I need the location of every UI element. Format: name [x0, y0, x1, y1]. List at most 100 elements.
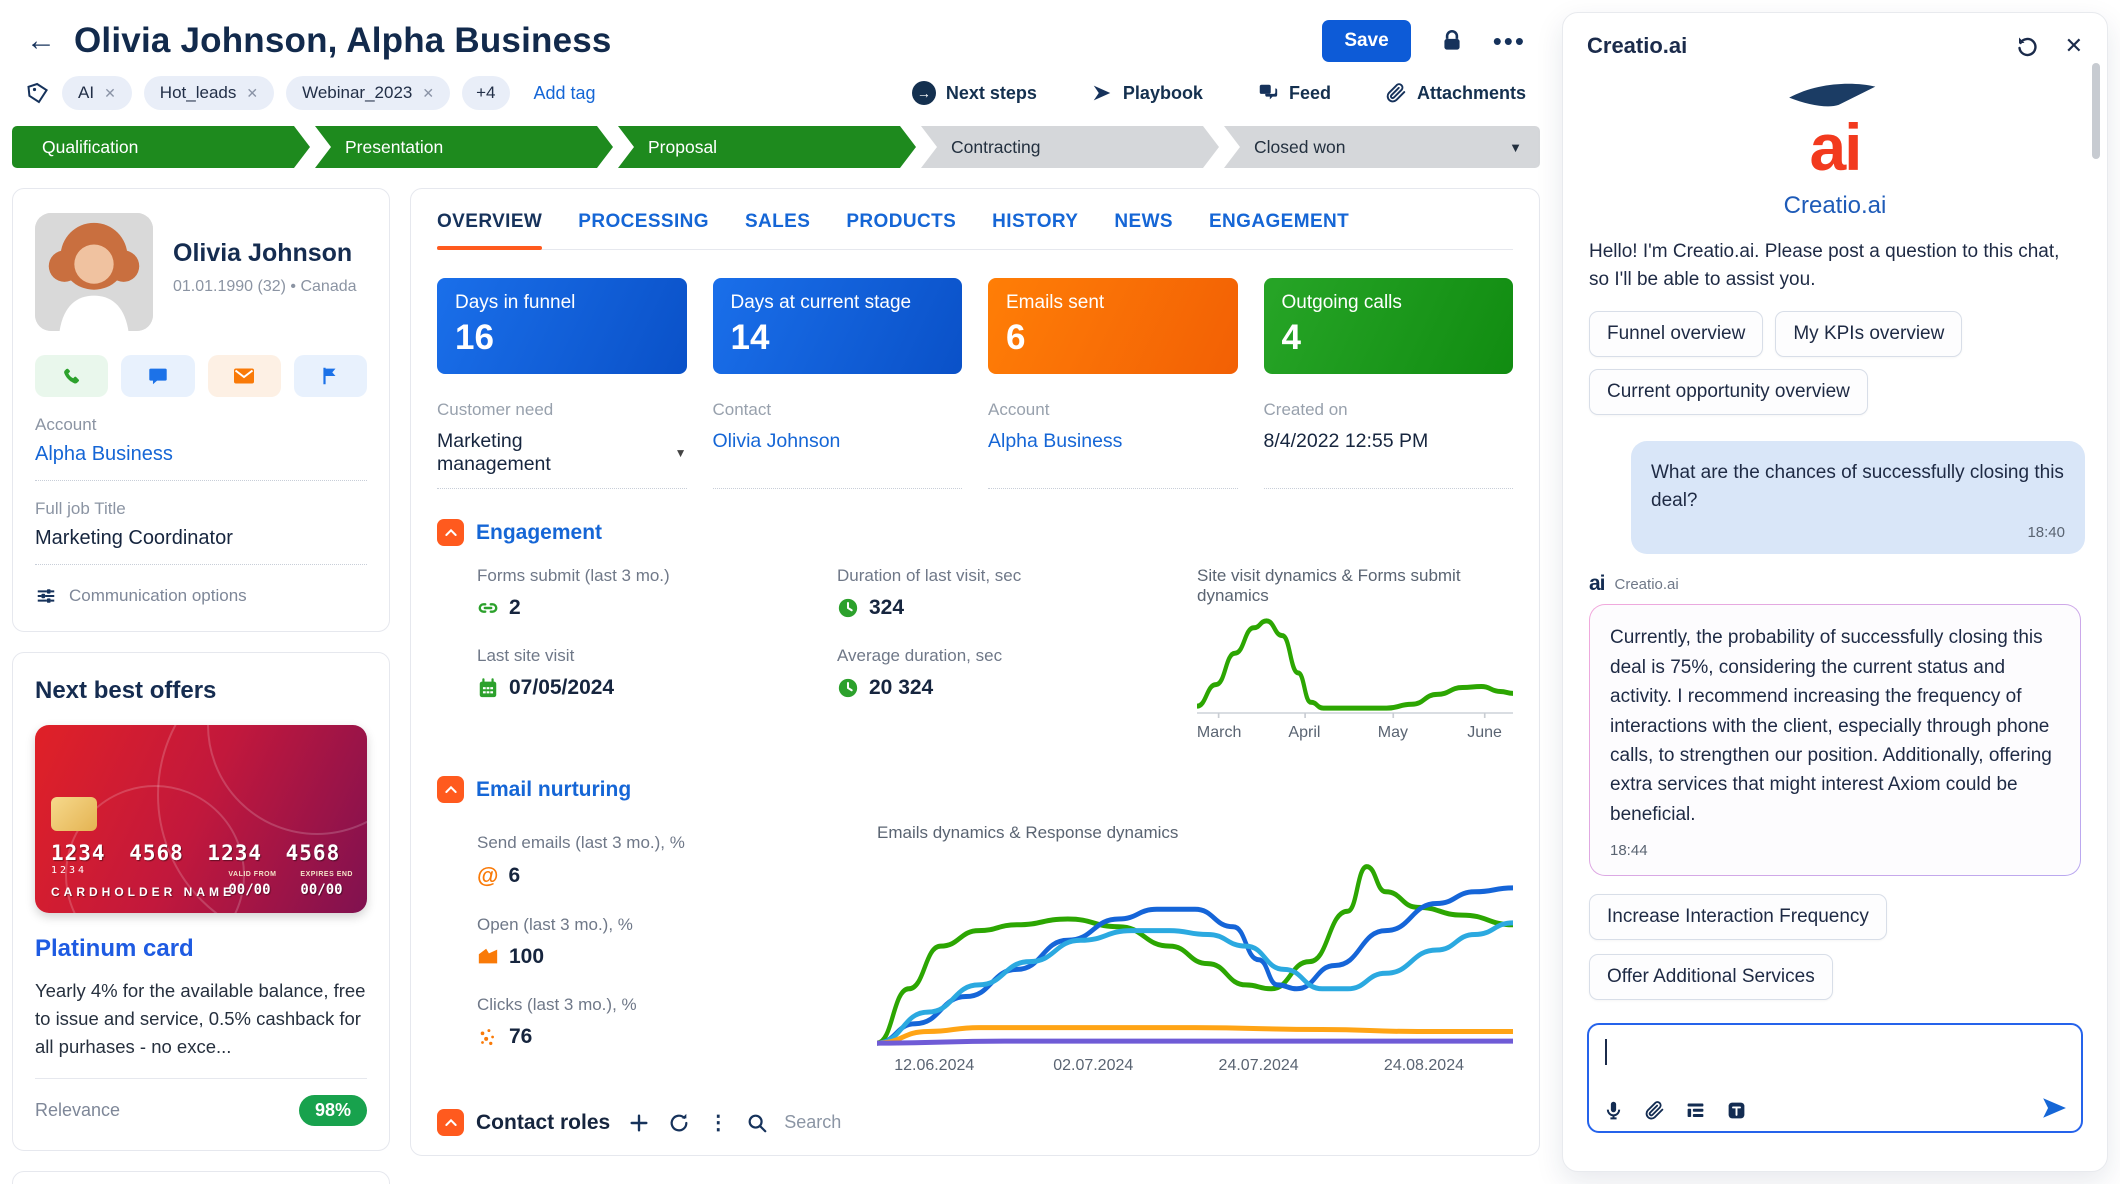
collapse-button[interactable] [437, 1109, 464, 1136]
stage-presentation[interactable]: Presentation [315, 126, 613, 168]
chevron-down-icon[interactable]: ▼ [1509, 140, 1522, 155]
chevron-up-icon [443, 782, 459, 798]
job-title-label: Full job Title [35, 499, 367, 519]
ai-panel-title: Creatio.ai [1587, 33, 1687, 59]
created-on-value: 8/4/2022 12:55 PM [1264, 430, 1514, 453]
playbook-icon [1091, 82, 1113, 104]
undo-icon [2015, 34, 2039, 58]
stage-contracting[interactable]: Contracting [921, 126, 1219, 168]
microphone-button[interactable] [1603, 1100, 1624, 1121]
add-tag-button[interactable]: Add tag [534, 83, 596, 104]
attach-file-button[interactable] [1644, 1100, 1665, 1121]
contact-roles-section-header: Contact roles ⋮ Search [437, 1109, 1513, 1136]
account-link[interactable]: Alpha Business [988, 430, 1238, 453]
kebab-menu-button[interactable]: ⋮ [708, 1110, 728, 1135]
ai-message-bubble: Currently, the probability of successful… [1589, 604, 2081, 875]
stage-qualification[interactable]: Qualification [12, 126, 310, 168]
engagement-title[interactable]: Engagement [476, 521, 602, 545]
more-options-button[interactable]: ••• [1493, 26, 1526, 57]
collapse-button[interactable] [437, 776, 464, 803]
calendar-icon [477, 677, 499, 699]
credit-card-image: 1234 4568 1234 4568 1234 VALID FROM00/00… [35, 725, 367, 913]
metric-outgoing-calls: Outgoing calls4 [1264, 278, 1514, 374]
ai-logo-small: ai [1589, 572, 1605, 596]
back-button[interactable]: ← [26, 24, 56, 58]
save-button[interactable]: Save [1322, 20, 1410, 62]
ai-quick-actions: Funnel overview My KPIs overview Current… [1563, 311, 2107, 415]
engagement-section-header: Engagement [437, 519, 1513, 546]
email-button[interactable] [208, 355, 281, 397]
account-link[interactable]: Alpha Business [35, 443, 367, 466]
send-icon [2041, 1095, 2067, 1121]
text-cursor [1605, 1039, 1607, 1065]
tag-row: AI✕ Hot_leads✕ Webinar_2023✕ +4 Add tag … [0, 76, 1552, 110]
feed-button[interactable]: Feed [1257, 82, 1331, 104]
playbook-button[interactable]: Playbook [1091, 82, 1203, 104]
more-tags-chip[interactable]: +4 [462, 76, 509, 110]
message-timestamp: 18:44 [1610, 839, 2060, 862]
clock-icon [837, 677, 859, 699]
customer-need-select[interactable]: Marketing management▼ [437, 430, 687, 476]
send-button[interactable] [2041, 1095, 2067, 1121]
prompt-library-button[interactable] [1685, 1100, 1706, 1121]
job-title-value: Marketing Coordinator [35, 527, 367, 550]
chevron-up-icon [443, 525, 459, 541]
attachments-button[interactable]: Attachments [1385, 82, 1526, 104]
tag-chip[interactable]: Webinar_2023✕ [286, 76, 450, 110]
refresh-button[interactable] [668, 1112, 690, 1134]
open-email-icon [477, 946, 499, 968]
phone-icon [61, 365, 83, 387]
call-button[interactable] [35, 355, 108, 397]
flag-button[interactable] [294, 355, 367, 397]
tab-products[interactable]: PRODUCTS [846, 211, 956, 249]
tab-news[interactable]: NEWS [1114, 211, 1173, 249]
arrow-right-circle-icon: → [912, 81, 936, 105]
reset-chat-button[interactable] [2015, 34, 2039, 58]
email-nurturing-title[interactable]: Email nurturing [476, 778, 631, 802]
tag-chip[interactable]: Hot_leads✕ [144, 76, 274, 110]
tab-overview[interactable]: OVERVIEW [437, 211, 542, 249]
tab-history[interactable]: HISTORY [992, 211, 1078, 249]
tab-sales[interactable]: SALES [745, 211, 810, 249]
next-steps-button[interactable]: → Next steps [912, 81, 1037, 105]
contact-birthdate: 01.01.1990 (32) • Canada [173, 278, 357, 296]
search-button[interactable] [746, 1112, 768, 1134]
chat-icon [147, 365, 169, 387]
opportunity-overview-button[interactable]: Current opportunity overview [1589, 369, 1868, 415]
tab-processing[interactable]: PROCESSING [578, 211, 709, 249]
remove-tag-icon[interactable]: ✕ [422, 85, 434, 102]
increase-frequency-button[interactable]: Increase Interaction Frequency [1589, 894, 1887, 940]
kpis-overview-button[interactable]: My KPIs overview [1775, 311, 1962, 357]
stage-closed-won[interactable]: Closed won▼ [1224, 126, 1540, 168]
offer-link[interactable]: Platinum card [35, 935, 367, 963]
search-input[interactable]: Search [784, 1112, 841, 1133]
text-format-button[interactable] [1726, 1100, 1747, 1121]
contact-person-card: Contact person Andrew Baker 1/20/1986 • … [12, 1171, 390, 1184]
chat-input[interactable] [1587, 1023, 2083, 1133]
metric-emails-sent: Emails sent6 [988, 278, 1238, 374]
remove-tag-icon[interactable]: ✕ [246, 85, 258, 102]
remove-tag-icon[interactable]: ✕ [104, 85, 116, 102]
stage-proposal[interactable]: Proposal [618, 126, 916, 168]
opportunity-main-card: OVERVIEW PROCESSING SALES PRODUCTS HISTO… [410, 188, 1540, 1156]
chat-button[interactable] [121, 355, 194, 397]
message-timestamp: 18:40 [1651, 522, 2065, 545]
funnel-overview-button[interactable]: Funnel overview [1589, 311, 1763, 357]
flag-icon [319, 365, 341, 387]
mail-icon [232, 364, 256, 388]
relevance-label: Relevance [35, 1100, 120, 1121]
text-format-icon [1726, 1100, 1747, 1121]
communication-options-button[interactable]: Communication options [35, 585, 367, 607]
close-icon[interactable]: ✕ [2065, 33, 2083, 59]
offer-services-button[interactable]: Offer Additional Services [1589, 954, 1833, 1000]
tag-chip[interactable]: AI✕ [62, 76, 132, 110]
lock-icon[interactable] [1439, 28, 1465, 54]
ai-brand-name: Creatio.ai [1563, 192, 2107, 220]
collapse-button[interactable] [437, 519, 464, 546]
add-record-button[interactable] [628, 1112, 650, 1134]
scrollbar-thumb[interactable] [2092, 63, 2100, 159]
creatio-ai-logo: ai [1563, 81, 2107, 174]
tab-engagement[interactable]: ENGAGEMENT [1209, 211, 1349, 249]
chevron-up-icon [443, 1115, 459, 1131]
contact-link[interactable]: Olivia Johnson [713, 430, 963, 453]
